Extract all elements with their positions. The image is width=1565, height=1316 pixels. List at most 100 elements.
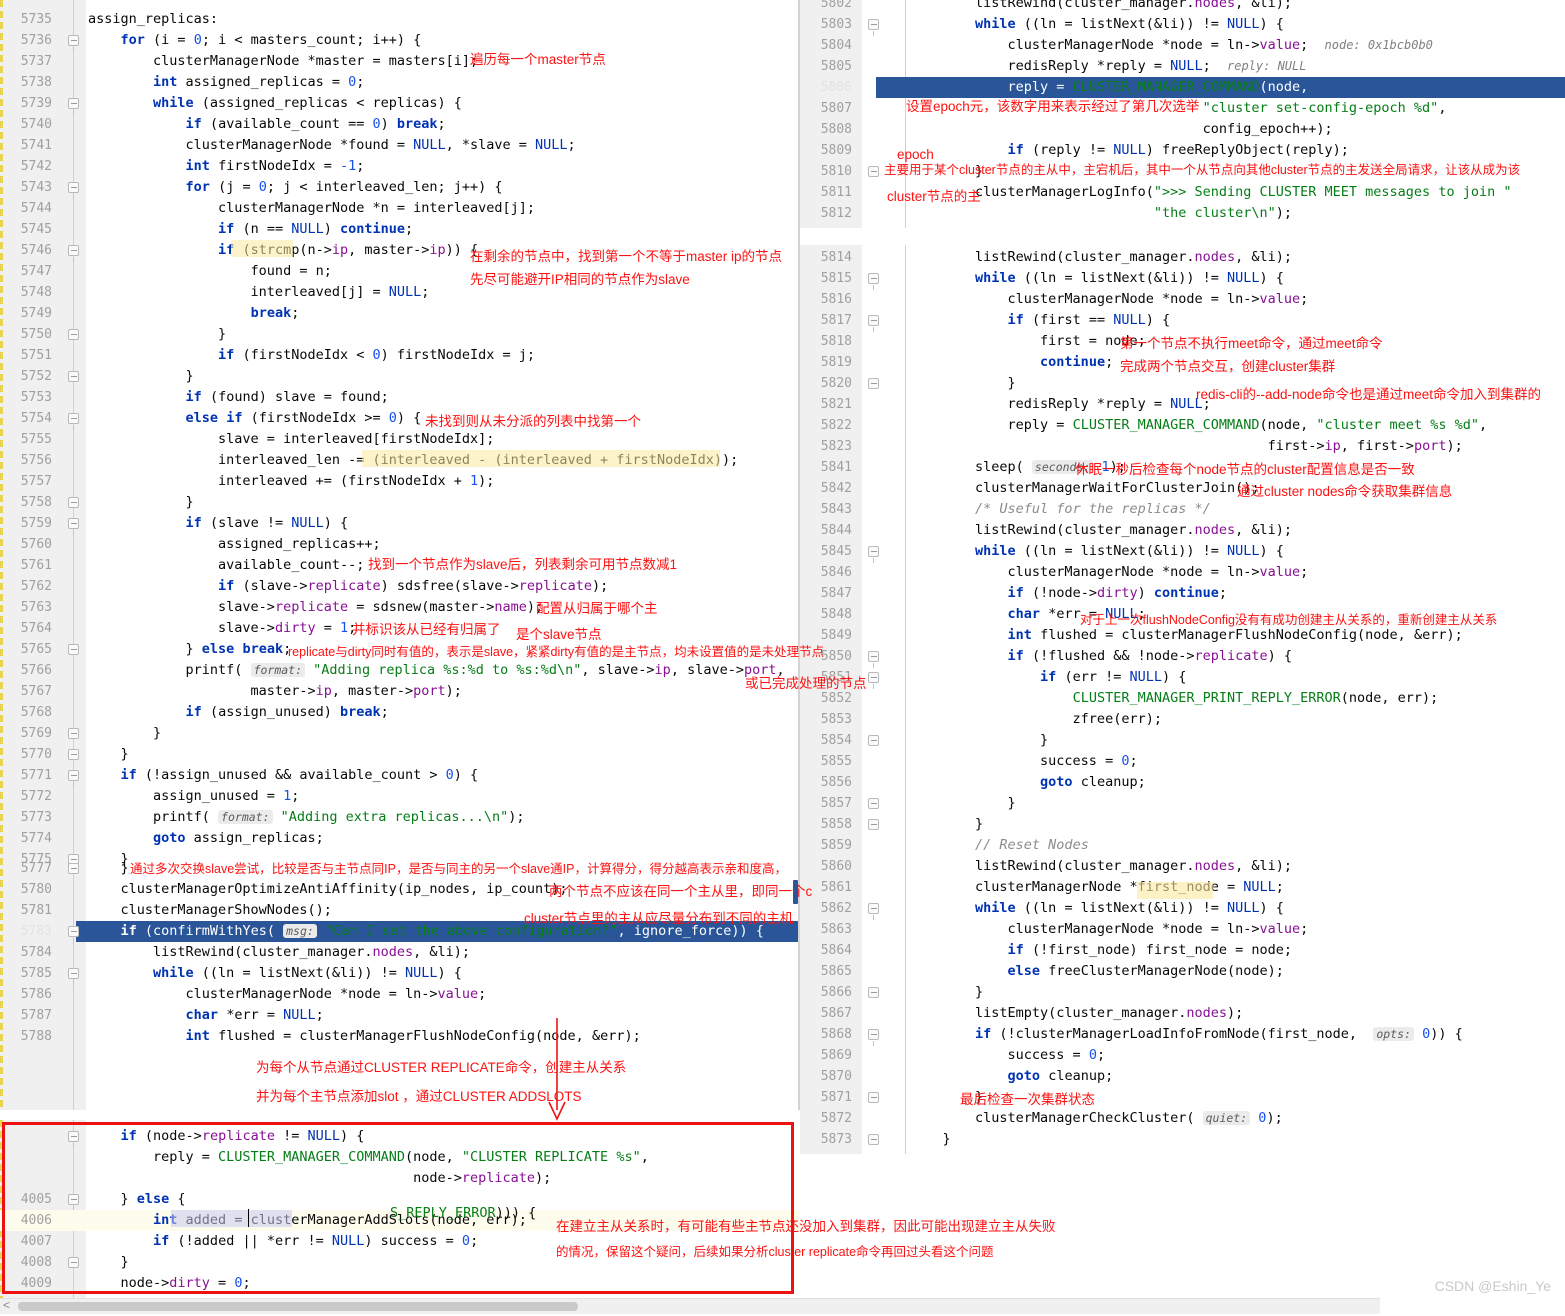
code-line[interactable]: 5767 master->ip, master->port); — [0, 681, 800, 702]
code-line[interactable]: 5869 success = 0; — [800, 1045, 1565, 1066]
code-line[interactable]: 5752 } — [0, 366, 800, 387]
code-line[interactable]: 5743 for (j = 0; j < interleaved_len; j+… — [0, 177, 800, 199]
fold-toggle-icon[interactable] — [68, 329, 79, 340]
fold-toggle-icon[interactable] — [68, 245, 79, 262]
code-line[interactable]: 5853 zfree(err); — [800, 709, 1565, 730]
code-line[interactable]: 5804 clusterManagerNode *node = ln->valu… — [800, 35, 1565, 56]
code-line[interactable]: 5802 listRewind(cluster_manager.nodes, &… — [800, 0, 1565, 14]
fold-toggle-icon[interactable] — [868, 903, 879, 920]
code-line[interactable]: 5788 int flushed = clusterManagerFlushNo… — [0, 1026, 800, 1047]
code-line[interactable]: 5760 assigned_replicas++; — [0, 534, 800, 555]
fold-toggle-icon[interactable] — [868, 672, 879, 689]
code-line[interactable]: 5773 printf( format: "Adding extra repli… — [0, 807, 800, 828]
code-line[interactable]: 5763 slave->replicate = sdsnew(master->n… — [0, 597, 800, 618]
code-line[interactable]: 5766 printf( format: "Adding replica %s:… — [0, 660, 800, 681]
code-line[interactable]: 5812 "the cluster\n"); — [800, 203, 1565, 224]
code-line[interactable]: 5860 listRewind(cluster_manager.nodes, &… — [800, 856, 1565, 877]
code-line[interactable]: 5856 goto cleanup; — [800, 772, 1565, 793]
code-line[interactable]: 5868 if (!clusterManagerLoadInfoFromNode… — [800, 1024, 1565, 1046]
code-line[interactable]: 5770 } — [0, 744, 800, 765]
code-line[interactable]: 5751 if (firstNodeIdx < 0) firstNodeIdx … — [0, 345, 800, 366]
code-line[interactable]: 5745 if (n == NULL) continue; — [0, 219, 800, 240]
code-line[interactable]: 5739 while (assigned_replicas < replicas… — [0, 93, 800, 115]
code-line[interactable]: 5815 while ((ln = listNext(&li)) != NULL… — [800, 268, 1565, 290]
code-line[interactable]: 5816 clusterManagerNode *node = ln->valu… — [800, 289, 1565, 310]
code-line[interactable]: 5758 } — [0, 492, 800, 513]
fold-toggle-icon[interactable] — [68, 926, 79, 943]
code-line[interactable]: 5750 } — [0, 324, 800, 345]
fold-toggle-icon[interactable] — [68, 749, 79, 760]
code-line[interactable]: 5744 clusterManagerNode *n = interleaved… — [0, 198, 800, 219]
code-line[interactable]: 5785 while ((ln = listNext(&li)) != NULL… — [0, 963, 800, 985]
code-line[interactable]: 5737 clusterManagerNode *master = master… — [0, 51, 800, 72]
code-line[interactable]: 5754 else if (firstNodeIdx >= 0) { — [0, 408, 800, 430]
code-line[interactable]: 5849 int flushed = clusterManagerFlushNo… — [800, 625, 1565, 646]
fold-toggle-icon[interactable] — [868, 735, 879, 746]
code-line[interactable]: 5749 break; — [0, 303, 800, 324]
code-line[interactable]: 5769 } — [0, 723, 800, 744]
code-line[interactable]: 5771 if (!assign_unused && available_cou… — [0, 765, 800, 787]
code-line[interactable]: 5772 assign_unused = 1; — [0, 786, 800, 807]
fold-toggle-icon[interactable] — [868, 315, 879, 332]
code-line[interactable]: 5857 } — [800, 793, 1565, 814]
code-line[interactable]: 5814 listRewind(cluster_manager.nodes, &… — [800, 247, 1565, 268]
fold-toggle-icon[interactable] — [68, 644, 79, 655]
code-line[interactable]: 5806 reply = CLUSTER_MANAGER_COMMAND(nod… — [821, 77, 1565, 98]
code-line[interactable]: 5859 // Reset Nodes — [800, 835, 1565, 856]
fold-toggle-icon[interactable] — [868, 1092, 879, 1103]
code-line[interactable]: 5805 redisReply *reply = NULL; reply: NU… — [800, 56, 1565, 77]
code-line[interactable]: 5846 clusterManagerNode *node = ln->valu… — [800, 562, 1565, 583]
fold-toggle-icon[interactable] — [68, 413, 79, 430]
code-line[interactable]: 5865 else freeClusterManagerNode(node); — [800, 961, 1565, 982]
code-line[interactable]: 5808 config_epoch++); — [800, 119, 1565, 140]
code-line[interactable]: 5740 if (available_count == 0) break; — [0, 114, 800, 135]
code-line[interactable]: 5873 } — [800, 1129, 1565, 1150]
code-line[interactable]: 5866 } — [800, 982, 1565, 1003]
fold-toggle-icon[interactable] — [68, 98, 79, 115]
fold-toggle-icon[interactable] — [68, 770, 79, 787]
code-line[interactable]: 5867 listEmpty(cluster_manager.nodes); — [800, 1003, 1565, 1024]
fold-toggle-icon[interactable] — [68, 728, 79, 739]
code-line[interactable]: 5870 goto cleanup; — [800, 1066, 1565, 1087]
horizontal-scrollbar[interactable]: < — [0, 1298, 1380, 1314]
fold-toggle-icon[interactable] — [868, 1029, 879, 1046]
code-line[interactable]: 5755 slave = interleaved[firstNodeIdx]; — [0, 429, 800, 450]
code-line[interactable]: 5850 if (!flushed && !node->replicate) { — [800, 646, 1565, 668]
code-line[interactable]: 5854 } — [800, 730, 1565, 751]
code-line[interactable]: 5768 if (assign_unused) break; — [0, 702, 800, 723]
scrollbar-thumb[interactable] — [18, 1302, 578, 1311]
fold-toggle-icon[interactable] — [68, 518, 79, 535]
fold-toggle-icon[interactable] — [68, 182, 79, 199]
fold-toggle-icon[interactable] — [868, 1134, 879, 1145]
fold-toggle-icon[interactable] — [68, 497, 79, 508]
fold-toggle-icon[interactable] — [868, 546, 879, 563]
code-line[interactable]: 5786 clusterManagerNode *node = ln->valu… — [0, 984, 800, 1005]
code-line[interactable]: 5855 success = 0; — [800, 751, 1565, 772]
code-line[interactable]: 5774 goto assign_replicas; — [0, 828, 800, 849]
fold-toggle-icon[interactable] — [868, 19, 879, 36]
code-line[interactable]: 5762 if (slave->replicate) sdsfree(slave… — [0, 576, 800, 597]
fold-toggle-icon[interactable] — [868, 819, 879, 830]
code-line[interactable]: 5864 if (!first_node) first_node = node; — [800, 940, 1565, 961]
code-line[interactable]: 5858 } — [800, 814, 1565, 835]
code-line[interactable]: 5871 } — [800, 1087, 1565, 1108]
left-editor-pane[interactable]: 5735 assign_replicas: 5736 for (i = 0; i <… — [0, 0, 800, 1110]
code-line[interactable]: 5851 if (err != NULL) { — [800, 667, 1565, 689]
code-line[interactable]: 5845 while ((ln = listNext(&li)) != NULL… — [800, 541, 1565, 563]
code-line[interactable]: 5823 first->ip, first->port); — [800, 436, 1565, 457]
code-line[interactable]: 5803 while ((ln = listNext(&li)) != NULL… — [800, 14, 1565, 36]
code-line[interactable]: 5756 interleaved_len -= (interleaved - (… — [0, 450, 800, 471]
code-line[interactable]: 5759 if (slave != NULL) { — [0, 513, 800, 535]
fold-toggle-icon[interactable] — [868, 987, 879, 998]
code-line[interactable]: 5787 char *err = NULL; — [0, 1005, 800, 1026]
code-line[interactable]: 5822 reply = CLUSTER_MANAGER_COMMAND(nod… — [800, 415, 1565, 436]
fold-toggle-icon[interactable] — [68, 863, 79, 874]
code-line[interactable]: 5735 assign_replicas: — [0, 9, 800, 30]
code-line[interactable]: 5817 if (first == NULL) { — [800, 310, 1565, 332]
code-line[interactable]: 5757 interleaved += (firstNodeIdx + 1); — [0, 471, 800, 492]
fold-toggle-icon[interactable] — [68, 371, 79, 382]
code-line[interactable]: 5843 /* Useful for the replicas */ — [800, 499, 1565, 520]
code-line[interactable]: 5753 if (found) slave = found; — [0, 387, 800, 408]
code-line[interactable]: 5872 clusterManagerCheckCluster( quiet: … — [800, 1108, 1565, 1129]
fold-toggle-icon[interactable] — [68, 968, 79, 985]
